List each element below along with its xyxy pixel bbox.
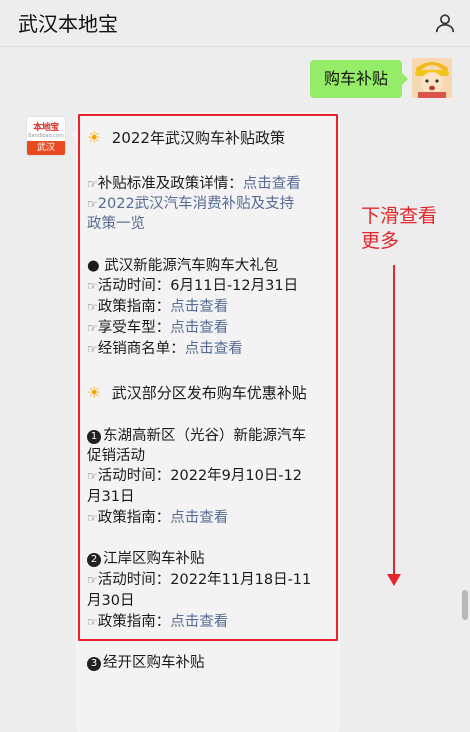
link-policy-guide[interactable]: 点击查看 [170,614,228,630]
person-icon[interactable] [434,12,456,34]
dealer-list-line: ☞经销商名单：点击查看 [87,341,243,357]
link-subsidy-overview-cont[interactable]: 政策一览 [87,214,145,234]
policy-guide-line: ☞政策指南：点击查看 [87,614,229,630]
scroll-hint: 下滑查看 更多 [361,205,438,252]
activity-time-line: ☞活动时间：2022年9月10日-12 [87,468,303,484]
activity-time-cont: 月30日 [87,593,135,609]
arrow-head [387,574,401,586]
pointing-hand-icon: ☞ [87,177,98,191]
activity-time-line: ☞活动时间：2022年11月18日-11 [87,572,312,588]
pointing-hand-icon: ☞ [87,279,98,293]
city-tag: 武汉 [27,141,65,155]
list-item-title: ● 武汉新能源汽车购车大礼包 [87,258,279,274]
bot-avatar[interactable]: 本地宝 Bendibao.com 武汉 [26,116,66,156]
link-policy-guide[interactable]: 点击查看 [170,299,228,315]
pointing-hand-icon: ☞ [87,615,98,629]
section-title: ☀ 2022年武汉购车补贴政策 [87,128,285,147]
policy-detail-line: ☞补贴标准及政策详情：点击查看 [87,176,301,192]
logo-subtext: Bendibao.com [28,133,64,139]
link-view-policy[interactable]: 点击查看 [243,176,301,192]
logo-text: 本地宝 [33,123,59,133]
pointing-hand-icon: ☞ [87,321,98,335]
sun-icon: ☀ [87,383,102,402]
policy-guide-line: ☞政策指南：点击查看 [87,510,229,526]
scrollbar[interactable] [462,590,468,620]
car-models-line: ☞享受车型：点击查看 [87,320,229,336]
number-badge: 3 [87,657,101,671]
link-car-models[interactable]: 点击查看 [170,320,228,336]
pointing-hand-icon: ☞ [87,197,98,211]
user-avatar[interactable] [412,58,452,98]
number-badge: 1 [87,430,101,444]
down-arrow-icon [393,265,395,575]
pointing-hand-icon: ☞ [87,469,98,483]
district-item-title: 1 东湖高新区（光谷）新能源汽车 [87,426,306,446]
pointing-hand-icon: ☞ [87,300,98,314]
link-dealer-list[interactable]: 点击查看 [185,341,243,357]
chat-header: 武汉本地宝 [0,0,470,47]
district-item-title: 3 经开区购车补贴 [87,653,205,673]
activity-time-cont: 月31日 [87,489,135,505]
sun-icon: ☀ [87,128,102,147]
district-item-title: 2 江岸区购车补贴 [87,549,205,569]
district-item-title-cont: 促销活动 [87,448,145,464]
pointing-hand-icon: ☞ [87,573,98,587]
policy-guide-line: ☞政策指南：点击查看 [87,299,229,315]
pointing-hand-icon: ☞ [87,511,98,525]
chat-title: 武汉本地宝 [18,12,118,36]
activity-time-line: ☞活动时间：6月11日-12月31日 [87,278,299,294]
pointing-hand-icon: ☞ [87,342,98,356]
user-message-bubble[interactable]: 购车补贴 [309,60,409,98]
link-subsidy-overview[interactable]: ☞2022武汉汽车消费补贴及支持 [87,194,294,214]
number-badge: 2 [87,553,101,567]
section-title: ☀ 武汉部分区发布购车优惠补贴 [87,383,307,402]
link-policy-guide[interactable]: 点击查看 [170,510,228,526]
